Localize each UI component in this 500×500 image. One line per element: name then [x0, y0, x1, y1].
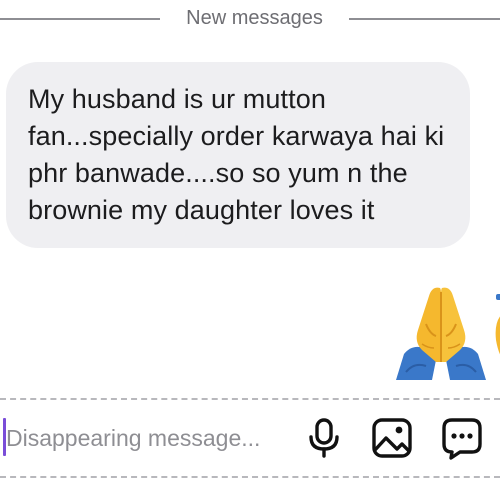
folded-hands-icon: [396, 287, 486, 380]
incoming-message-bubble[interactable]: My husband is ur mutton fan...specially …: [6, 62, 470, 248]
message-composer: [0, 398, 500, 478]
message-text: My husband is ur mutton fan...specially …: [28, 84, 445, 225]
chat-screen: New messages My husband is ur mutton fan…: [0, 0, 500, 500]
partial-emoji-edge: [490, 292, 500, 372]
gallery-icon: [372, 418, 412, 458]
disappearing-message-input[interactable]: [6, 420, 296, 456]
folded-hands-emoji-message[interactable]: [392, 284, 490, 380]
divider-line-right: [349, 18, 500, 20]
microphone-icon: [309, 418, 339, 458]
divider-line-left: [0, 18, 160, 20]
sticker-chat-button[interactable]: [440, 416, 484, 460]
new-messages-divider: New messages: [0, 6, 500, 30]
microphone-button[interactable]: [302, 416, 346, 460]
sticker-chat-icon: [442, 418, 482, 460]
new-messages-label: New messages: [186, 7, 323, 29]
gallery-button[interactable]: [370, 416, 414, 460]
